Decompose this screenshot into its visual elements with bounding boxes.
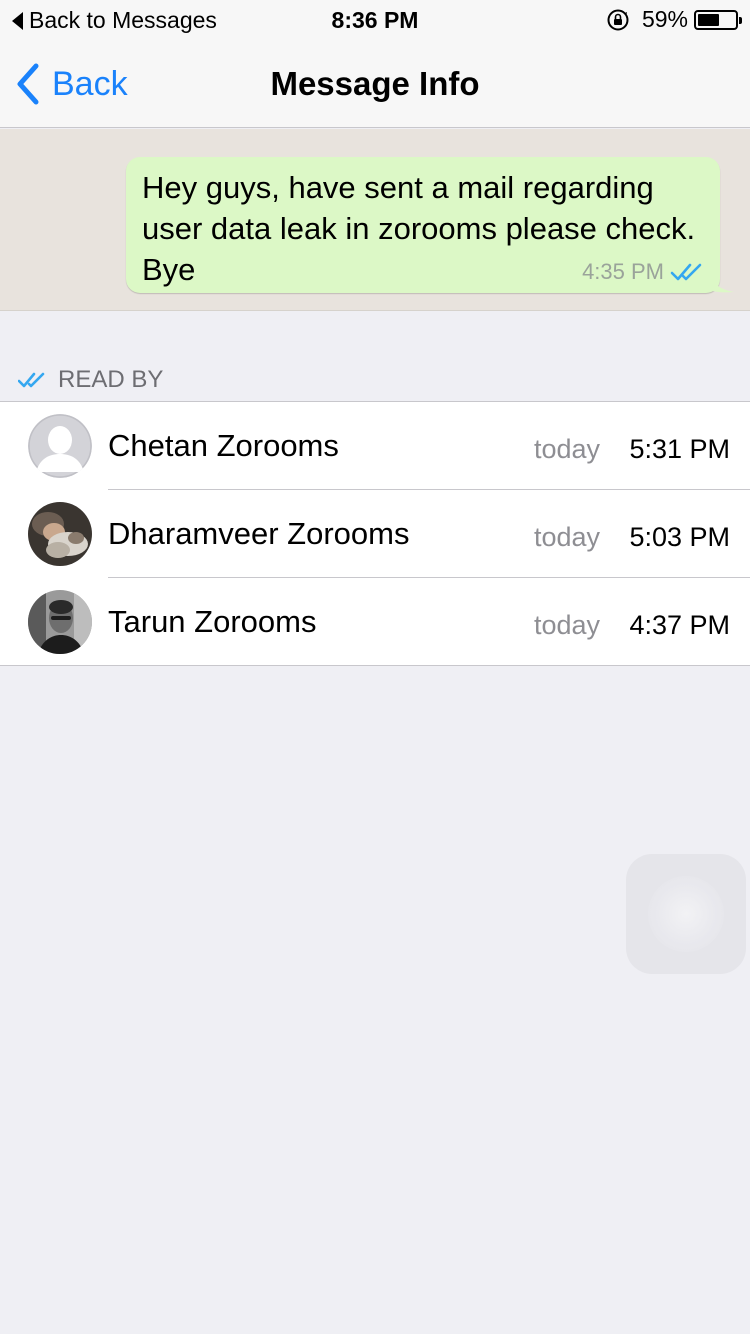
default-avatar-icon (28, 414, 92, 478)
assistive-touch-icon (648, 876, 724, 952)
battery-level-fill (698, 13, 719, 26)
read-time: 4:37 PM (629, 610, 730, 640)
battery-percent: 59% (641, 6, 688, 32)
reader-name: Dharamveer Zorooms (108, 516, 410, 551)
read-day: today (534, 434, 601, 464)
battery-icon (694, 9, 742, 30)
read-by-header: READ BY (0, 360, 750, 400)
read-day: today (534, 610, 601, 640)
assistive-touch-button[interactable] (626, 854, 746, 974)
read-by-list: Chetan Zorooms today 5:31 PM Dharamveer … (0, 401, 750, 666)
message-time: 4:35 PM (582, 259, 664, 284)
bubble-tail (710, 271, 734, 293)
status-bar: Back to Messages 8:36 PM 59% (0, 0, 750, 40)
navigation-bar: Back Message Info (0, 40, 750, 128)
message-meta: 4:35 PM (582, 259, 704, 285)
battery-cap (739, 16, 742, 24)
message-info-screen: Back to Messages 8:36 PM 59% Back Messag (0, 0, 750, 1334)
read-time: 5:03 PM (629, 522, 730, 552)
photo-avatar (28, 590, 92, 654)
read-time: 5:31 PM (629, 434, 730, 464)
double-check-icon (18, 372, 45, 388)
read-by-label: READ BY (58, 366, 164, 393)
status-right-group: 59% (606, 6, 742, 33)
message-preview-area: Hey guys, have sent a mail regarding use… (0, 129, 750, 311)
reader-name: Tarun Zorooms (108, 604, 317, 639)
photo-avatar (28, 502, 92, 566)
double-check-icon (670, 263, 702, 281)
read-day: today (534, 522, 601, 552)
page-title: Message Info (270, 65, 480, 102)
message-bubble[interactable]: Hey guys, have sent a mail regarding use… (126, 157, 734, 293)
list-item[interactable]: Tarun Zorooms today 4:37 PM (0, 578, 750, 666)
rotation-lock-icon (607, 9, 629, 30)
list-item[interactable]: Chetan Zorooms today 5:31 PM (0, 402, 750, 490)
list-item[interactable]: Dharamveer Zorooms today 5:03 PM (0, 490, 750, 578)
reader-name: Chetan Zorooms (108, 428, 339, 463)
